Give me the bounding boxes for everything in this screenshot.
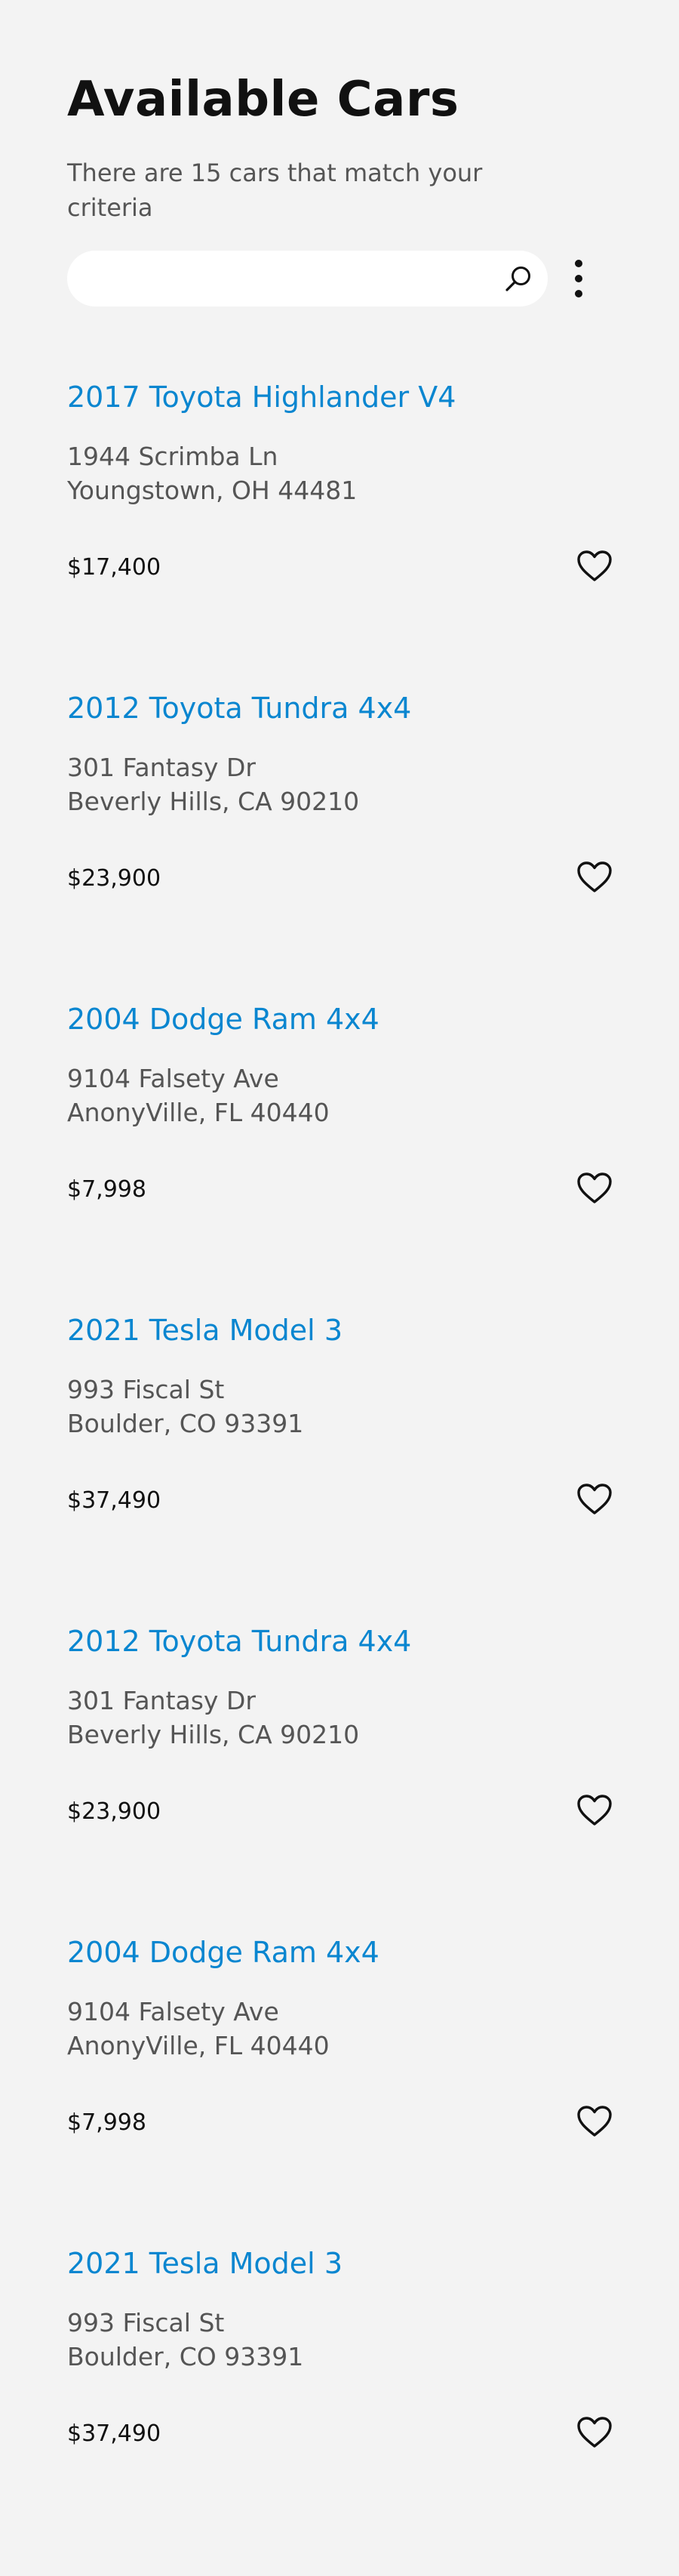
car-address-line2: Youngstown, OH 44481 <box>67 476 358 505</box>
car-price: $17,400 <box>67 554 161 581</box>
car-address-line1: 993 Fiscal St <box>67 1375 225 1404</box>
car-price: $37,490 <box>67 1487 161 1514</box>
car-address-line2: Beverly Hills, CA 90210 <box>67 787 360 816</box>
car-card: 2012 Toyota Tundra 4x4 301 Fantasy Dr Be… <box>67 1622 612 1871</box>
results-summary: There are 15 cars that match your criter… <box>67 159 483 222</box>
car-price: $7,998 <box>67 1176 146 1203</box>
search-bar <box>67 251 548 308</box>
heart-outline-icon[interactable] <box>576 861 613 894</box>
car-address: 1944 Scrimba Ln Youngstown, OH 44481 <box>67 439 357 507</box>
heart-outline-icon[interactable] <box>576 550 613 583</box>
car-address-line2: AnonyVille, FL 40440 <box>67 2031 330 2060</box>
car-card: 2021 Tesla Model 3 993 Fiscal St Boulder… <box>67 2244 612 2493</box>
heart-outline-icon[interactable] <box>576 2416 613 2449</box>
car-address: 9104 Falsety Ave AnonyVille, FL 40440 <box>67 1062 330 1129</box>
car-address: 993 Fiscal St Boulder, CO 93391 <box>67 1373 303 1441</box>
car-card: 2004 Dodge Ram 4x4 9104 Falsety Ave Anon… <box>67 1000 612 1249</box>
car-card: 2004 Dodge Ram 4x4 9104 Falsety Ave Anon… <box>67 1933 612 2182</box>
car-price: $23,900 <box>67 865 161 892</box>
heart-outline-icon[interactable] <box>576 2105 613 2138</box>
car-address: 9104 Falsety Ave AnonyVille, FL 40440 <box>67 1995 330 2063</box>
car-address-line2: Boulder, CO 93391 <box>67 2342 304 2371</box>
heart-outline-icon[interactable] <box>576 1483 613 1516</box>
search-input[interactable] <box>90 251 485 308</box>
heart-outline-icon[interactable] <box>576 1172 613 1205</box>
car-address-line1: 1944 Scrimba Ln <box>67 442 278 471</box>
car-address: 301 Fantasy Dr Beverly Hills, CA 90210 <box>67 1684 359 1752</box>
car-title-link[interactable]: 2017 Toyota Highlander V4 <box>67 377 456 417</box>
car-card: 2017 Toyota Highlander V4 1944 Scrimba L… <box>67 377 612 627</box>
car-address: 993 Fiscal St Boulder, CO 93391 <box>67 2306 303 2374</box>
car-address-line2: Boulder, CO 93391 <box>67 1409 304 1438</box>
car-address-line1: 993 Fiscal St <box>67 2308 225 2337</box>
car-title-link[interactable]: 2012 Toyota Tundra 4x4 <box>67 1622 411 1661</box>
car-address-line1: 301 Fantasy Dr <box>67 1686 256 1715</box>
car-title-link[interactable]: 2004 Dodge Ram 4x4 <box>67 1933 379 1972</box>
car-title-link[interactable]: 2021 Tesla Model 3 <box>67 1311 343 1350</box>
search-icon[interactable] <box>502 263 534 294</box>
car-title-link[interactable]: 2012 Toyota Tundra 4x4 <box>67 689 411 728</box>
car-address-line1: 9104 Falsety Ave <box>67 1064 279 1093</box>
car-address: 301 Fantasy Dr Beverly Hills, CA 90210 <box>67 750 359 818</box>
car-address-line2: AnonyVille, FL 40440 <box>67 1098 330 1127</box>
car-title-link[interactable]: 2004 Dodge Ram 4x4 <box>67 1000 379 1039</box>
car-card: 2021 Tesla Model 3 993 Fiscal St Boulder… <box>67 1311 612 1560</box>
page-title: Available Cars <box>67 72 459 128</box>
car-price: $37,490 <box>67 2420 161 2447</box>
car-title-link[interactable]: 2021 Tesla Model 3 <box>67 2244 343 2283</box>
car-price: $23,900 <box>67 1798 161 1825</box>
car-address-line2: Beverly Hills, CA 90210 <box>67 1720 360 1749</box>
car-address-line1: 301 Fantasy Dr <box>67 753 256 782</box>
heart-outline-icon[interactable] <box>576 1794 613 1827</box>
car-listing-page: Available Cars There are 15 cars that ma… <box>0 0 679 2576</box>
car-card: 2012 Toyota Tundra 4x4 301 Fantasy Dr Be… <box>67 689 612 938</box>
more-vertical-icon[interactable] <box>567 257 590 300</box>
car-price: $7,998 <box>67 2109 146 2136</box>
car-address-line1: 9104 Falsety Ave <box>67 1997 279 2026</box>
